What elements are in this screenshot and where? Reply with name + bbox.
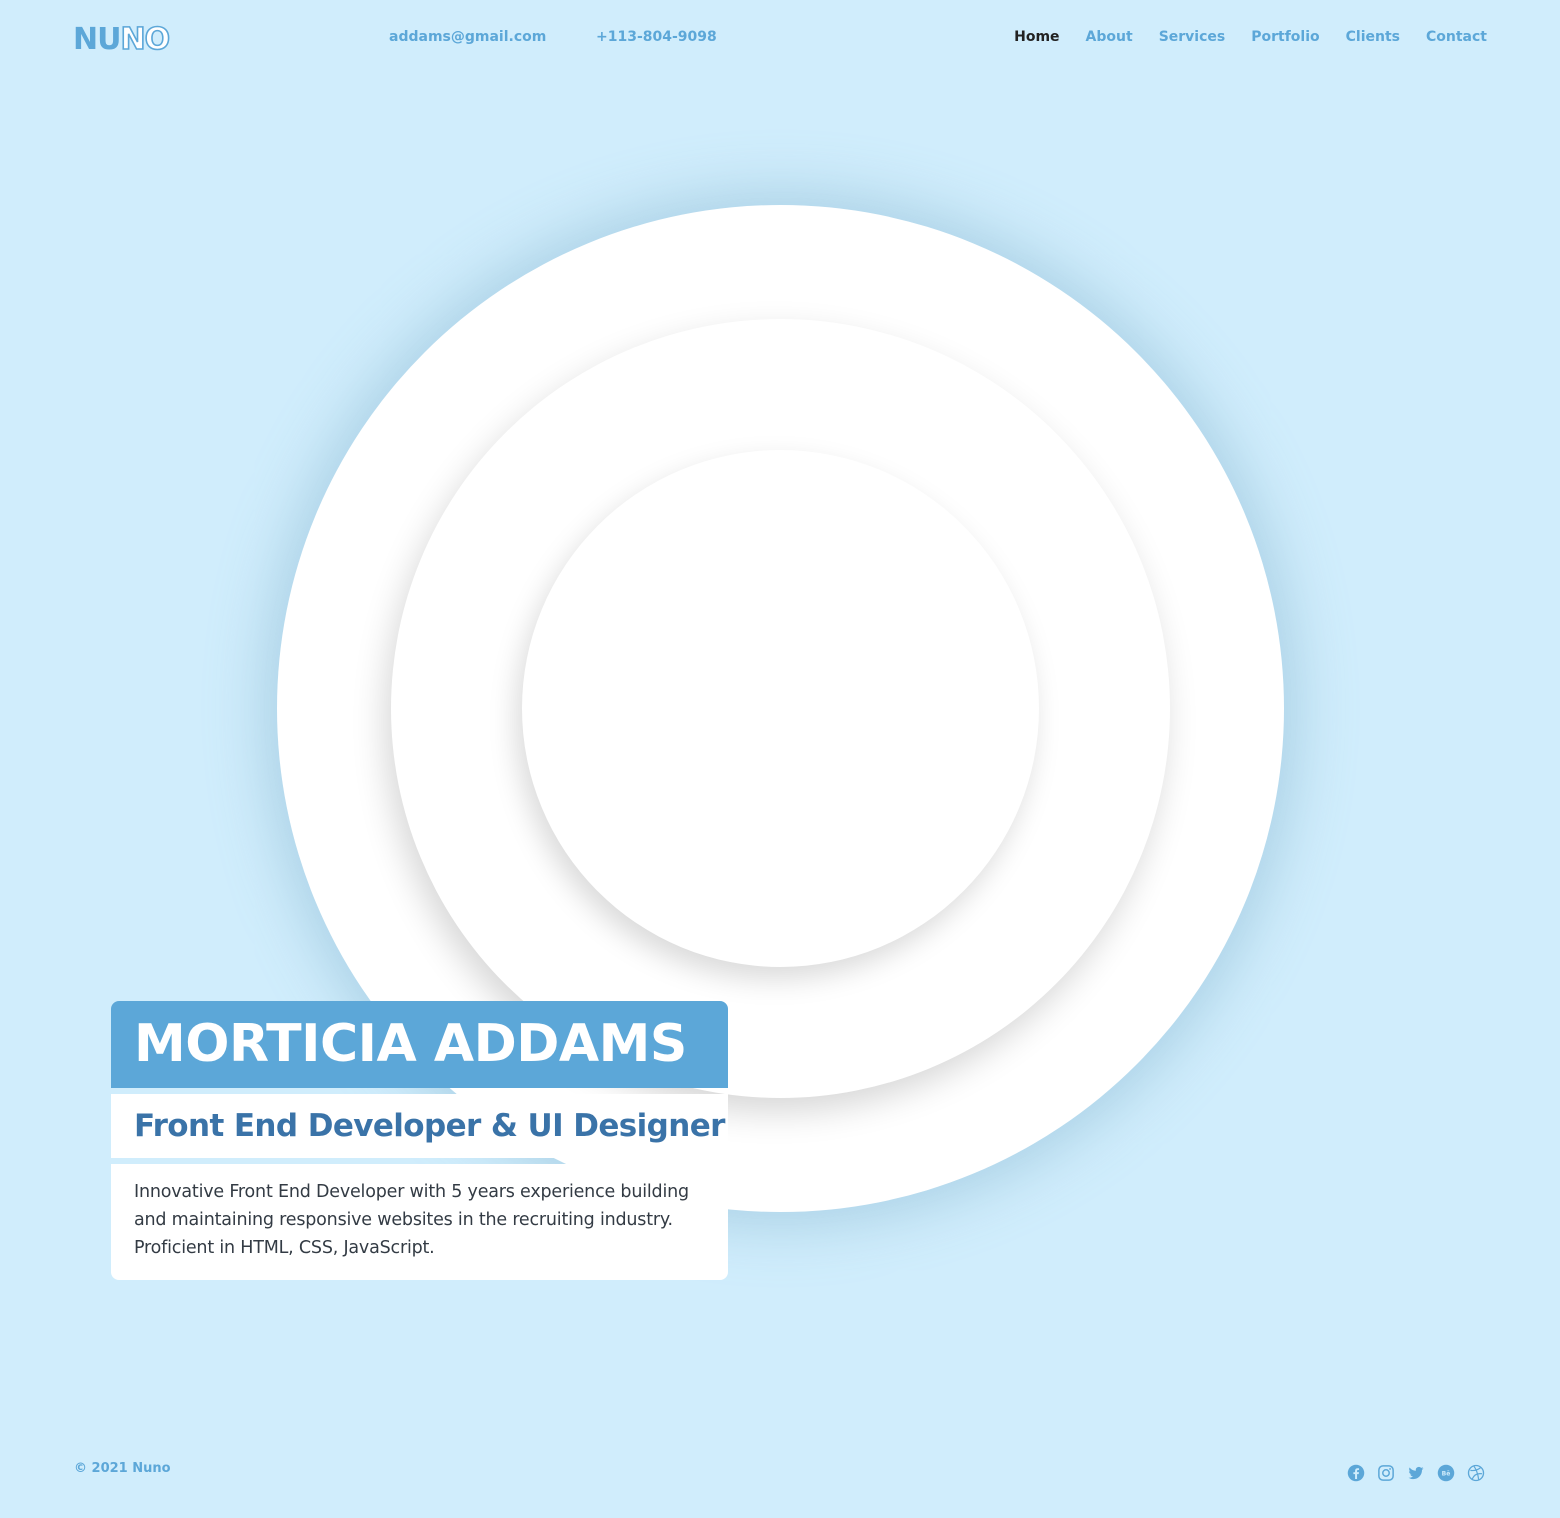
logo-solid-text: NU [73, 22, 121, 57]
social-links: Bē [1347, 1464, 1485, 1482]
inner-circle [522, 450, 1039, 967]
nav-services[interactable]: Services [1159, 29, 1226, 45]
hero-name: MORTICIA ADDAMS [134, 1014, 687, 1074]
main-nav: Home About Services Portfolio Clients Co… [1014, 29, 1487, 45]
intro-card: MORTICIA ADDAMS Front End Developer & UI… [111, 1001, 728, 1280]
description-box: Innovative Front End Developer with 5 ye… [111, 1164, 728, 1280]
role-banner: Front End Developer & UI Designer [111, 1094, 728, 1158]
nav-home[interactable]: Home [1014, 29, 1059, 45]
instagram-icon[interactable] [1377, 1464, 1395, 1482]
behance-icon[interactable]: Bē [1437, 1464, 1455, 1482]
logo[interactable]: NUNO [73, 21, 171, 58]
nav-about[interactable]: About [1086, 29, 1133, 45]
nav-contact[interactable]: Contact [1426, 29, 1487, 45]
dribbble-icon[interactable] [1467, 1464, 1485, 1482]
logo-outline-text: NO [120, 21, 171, 58]
copyright: © 2021 Nuno [74, 1461, 171, 1476]
phone-link[interactable]: +113-804-9098 [596, 29, 717, 45]
facebook-icon[interactable] [1347, 1464, 1365, 1482]
svg-text:Bē: Bē [1442, 1470, 1451, 1477]
email-link[interactable]: addams@gmail.com [389, 29, 546, 45]
twitter-icon[interactable] [1407, 1464, 1425, 1482]
hero-role: Front End Developer & UI Designer [134, 1108, 725, 1144]
hero-description: Innovative Front End Developer with 5 ye… [134, 1182, 689, 1258]
nav-portfolio[interactable]: Portfolio [1251, 29, 1319, 45]
name-banner: MORTICIA ADDAMS [111, 1001, 728, 1088]
nav-clients[interactable]: Clients [1346, 29, 1400, 45]
